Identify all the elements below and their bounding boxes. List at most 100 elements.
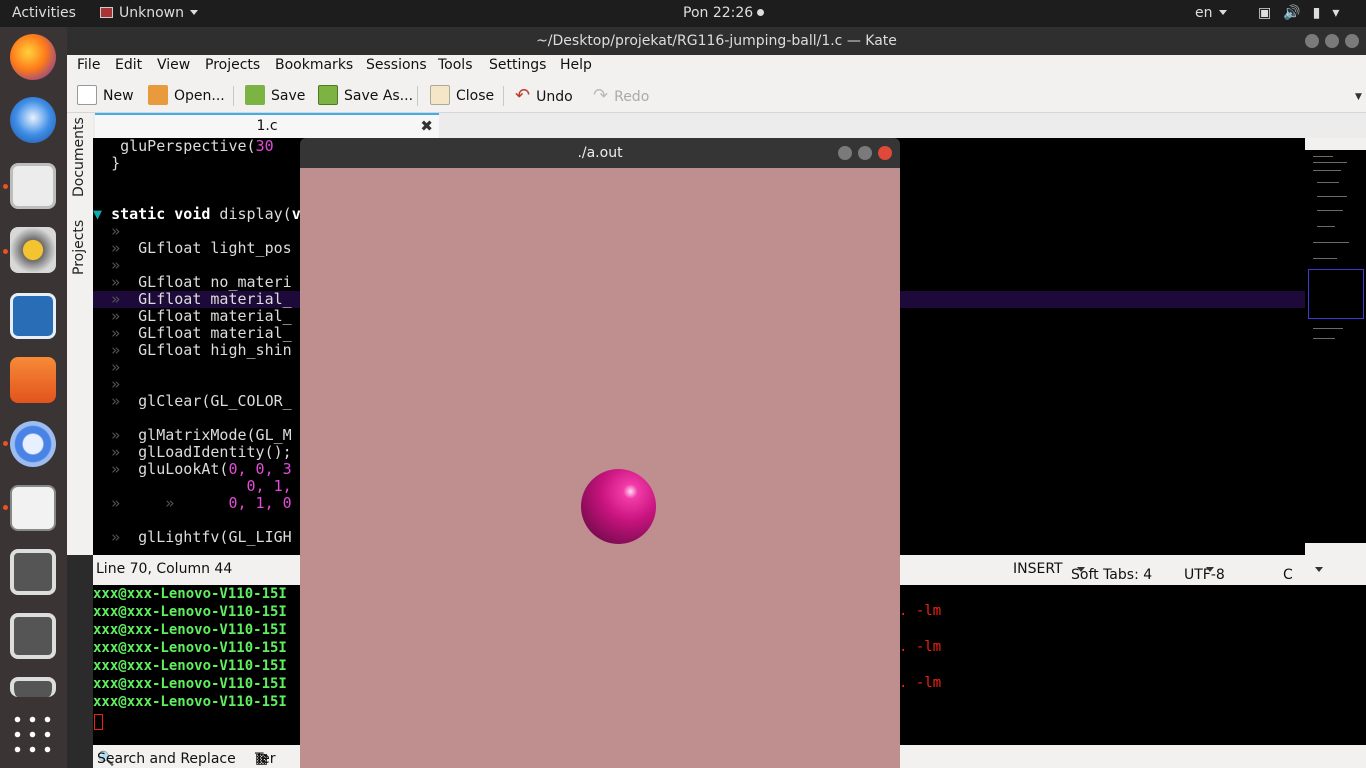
whitespace-marker: » bbox=[111, 528, 139, 546]
menu-file[interactable]: File bbox=[77, 57, 100, 73]
code-text: } bbox=[111, 154, 121, 172]
menu-bookmarks[interactable]: Bookmarks bbox=[275, 57, 353, 73]
minimap-line bbox=[1313, 170, 1341, 171]
undo-button[interactable]: ↶ Undo bbox=[515, 84, 573, 108]
minimap-line bbox=[1313, 338, 1335, 339]
minimize-icon[interactable] bbox=[838, 146, 852, 160]
whitespace-marker: » bbox=[111, 256, 121, 274]
new-button[interactable]: New bbox=[77, 84, 134, 108]
whitespace-marker: » bbox=[111, 307, 139, 325]
menu-edit[interactable]: Edit bbox=[115, 57, 142, 73]
minimap-scrollbar[interactable] bbox=[1305, 138, 1366, 555]
input-mode[interactable]: INSERT bbox=[1013, 561, 1063, 577]
maximize-icon[interactable] bbox=[858, 146, 872, 160]
thunderbird-icon[interactable] bbox=[10, 97, 56, 143]
open-button-label: Open... bbox=[174, 88, 225, 104]
whitespace-marker: » » bbox=[111, 494, 175, 512]
menu-settings[interactable]: Settings bbox=[489, 57, 546, 73]
running-indicator bbox=[3, 441, 8, 446]
undo-button-label: Undo bbox=[536, 89, 573, 105]
maximize-icon[interactable] bbox=[1325, 34, 1339, 48]
network-icon: ▣ bbox=[1258, 5, 1272, 21]
new-button-label: New bbox=[103, 88, 134, 104]
tab-documents[interactable]: Documents bbox=[71, 117, 87, 197]
whitespace-marker: » bbox=[111, 239, 139, 257]
terminal-line: xxx@xxx-Lenovo-V110-15I bbox=[93, 658, 287, 674]
software-center-icon[interactable] bbox=[10, 357, 56, 403]
close-tab-icon[interactable]: ✖ bbox=[420, 115, 433, 137]
stopped-app-icon[interactable] bbox=[10, 549, 56, 595]
jumping-ball bbox=[581, 469, 656, 544]
clock[interactable]: Pon 22:26 bbox=[683, 5, 765, 21]
terminal-tab-label: Ter bbox=[255, 751, 276, 767]
code-text: glLightfv(GL_LIGH bbox=[138, 528, 292, 546]
minimap-line bbox=[1317, 210, 1343, 211]
desktop: Activities Unknown Pon 22:26 en ▣ 🔊 ▮ ▾ ~/D… bbox=[0, 0, 1366, 768]
chevron-down-icon bbox=[1206, 567, 1214, 572]
input-language-label: en bbox=[1195, 5, 1213, 21]
terminal-cursor bbox=[94, 714, 103, 730]
tab-projects[interactable]: Projects bbox=[71, 220, 87, 275]
menu-view[interactable]: View bbox=[157, 57, 190, 73]
document-tab[interactable]: 1.c ✖ bbox=[95, 113, 439, 138]
save-as-icon bbox=[318, 85, 338, 105]
app-menu[interactable]: Unknown bbox=[100, 5, 198, 21]
cursor-position[interactable]: Line 70, Column 44 bbox=[96, 561, 232, 577]
terminal-line: xxx@xxx-Lenovo-V110-15I bbox=[93, 694, 287, 710]
redo-button[interactable]: ↷ Redo bbox=[593, 84, 649, 108]
syntax-label: C bbox=[1283, 567, 1293, 583]
scroll-down-icon[interactable] bbox=[1305, 543, 1366, 555]
toolbar-separator bbox=[503, 86, 504, 106]
menu-bar: File Edit View Projects Bookmarks Sessio… bbox=[67, 55, 1366, 78]
close-icon[interactable] bbox=[878, 146, 892, 160]
toolbar-separator bbox=[417, 86, 418, 106]
activities-button[interactable]: Activities bbox=[12, 5, 76, 21]
input-language[interactable]: en bbox=[1195, 5, 1227, 21]
whitespace-marker: » bbox=[111, 426, 139, 444]
menu-help[interactable]: Help bbox=[560, 57, 592, 73]
code-text: GLfloat high_shin bbox=[138, 341, 292, 359]
stopped-app-icon[interactable] bbox=[10, 677, 56, 697]
minimap-line bbox=[1317, 226, 1335, 227]
code-number: 30 bbox=[255, 138, 274, 155]
menu-projects[interactable]: Projects bbox=[205, 57, 260, 73]
kate-editor-icon[interactable] bbox=[10, 485, 56, 531]
rhythmbox-icon[interactable] bbox=[10, 227, 56, 273]
close-button[interactable]: Close bbox=[430, 84, 494, 108]
running-indicator bbox=[3, 505, 8, 510]
save-as-button[interactable]: Save As... bbox=[318, 84, 413, 108]
open-button[interactable]: Open... bbox=[148, 84, 225, 108]
firefox-icon[interactable] bbox=[10, 34, 56, 80]
whitespace-marker: » bbox=[111, 273, 139, 291]
code-text: GLfloat material_ bbox=[138, 307, 292, 325]
system-tray[interactable]: ▣ 🔊 ▮ ▾ bbox=[1258, 5, 1351, 21]
stopped-app-icon[interactable] bbox=[10, 613, 56, 659]
redo-icon: ↷ bbox=[593, 85, 609, 106]
whitespace-marker: » bbox=[111, 341, 139, 359]
menu-sessions[interactable]: Sessions bbox=[366, 57, 427, 73]
kate-title-bar[interactable]: ~/Desktop/projekat/RG116-jumping-ball/1.… bbox=[67, 27, 1366, 55]
save-button[interactable]: Save bbox=[245, 84, 305, 108]
opengl-window-title-bar[interactable]: ./a.out bbox=[300, 138, 900, 168]
writer-icon[interactable] bbox=[10, 293, 56, 339]
minimize-icon[interactable] bbox=[1305, 34, 1319, 48]
whitespace-marker: » bbox=[111, 358, 121, 376]
close-button-label: Close bbox=[456, 88, 495, 104]
minimap-viewport[interactable] bbox=[1308, 269, 1364, 319]
undo-icon: ↶ bbox=[515, 85, 531, 106]
opengl-canvas[interactable] bbox=[300, 168, 900, 768]
toolbar-overflow-icon[interactable]: ▼ bbox=[1355, 92, 1362, 102]
scroll-up-icon[interactable] bbox=[1305, 138, 1366, 150]
app-icon bbox=[100, 7, 113, 18]
show-applications-icon[interactable] bbox=[10, 712, 56, 758]
terminal-line: xxx@xxx-Lenovo-V110-15I bbox=[93, 604, 287, 620]
chevron-down-icon bbox=[1077, 567, 1085, 572]
fold-arrow-icon[interactable]: ▼ bbox=[93, 205, 102, 223]
code-text: gluPerspective( bbox=[120, 138, 256, 155]
chromium-icon[interactable] bbox=[10, 421, 56, 467]
opengl-window[interactable]: ./a.out bbox=[300, 138, 900, 768]
minimap-line bbox=[1313, 156, 1333, 157]
close-icon[interactable] bbox=[1345, 34, 1359, 48]
files-icon[interactable] bbox=[10, 163, 56, 209]
menu-tools[interactable]: Tools bbox=[438, 57, 473, 73]
